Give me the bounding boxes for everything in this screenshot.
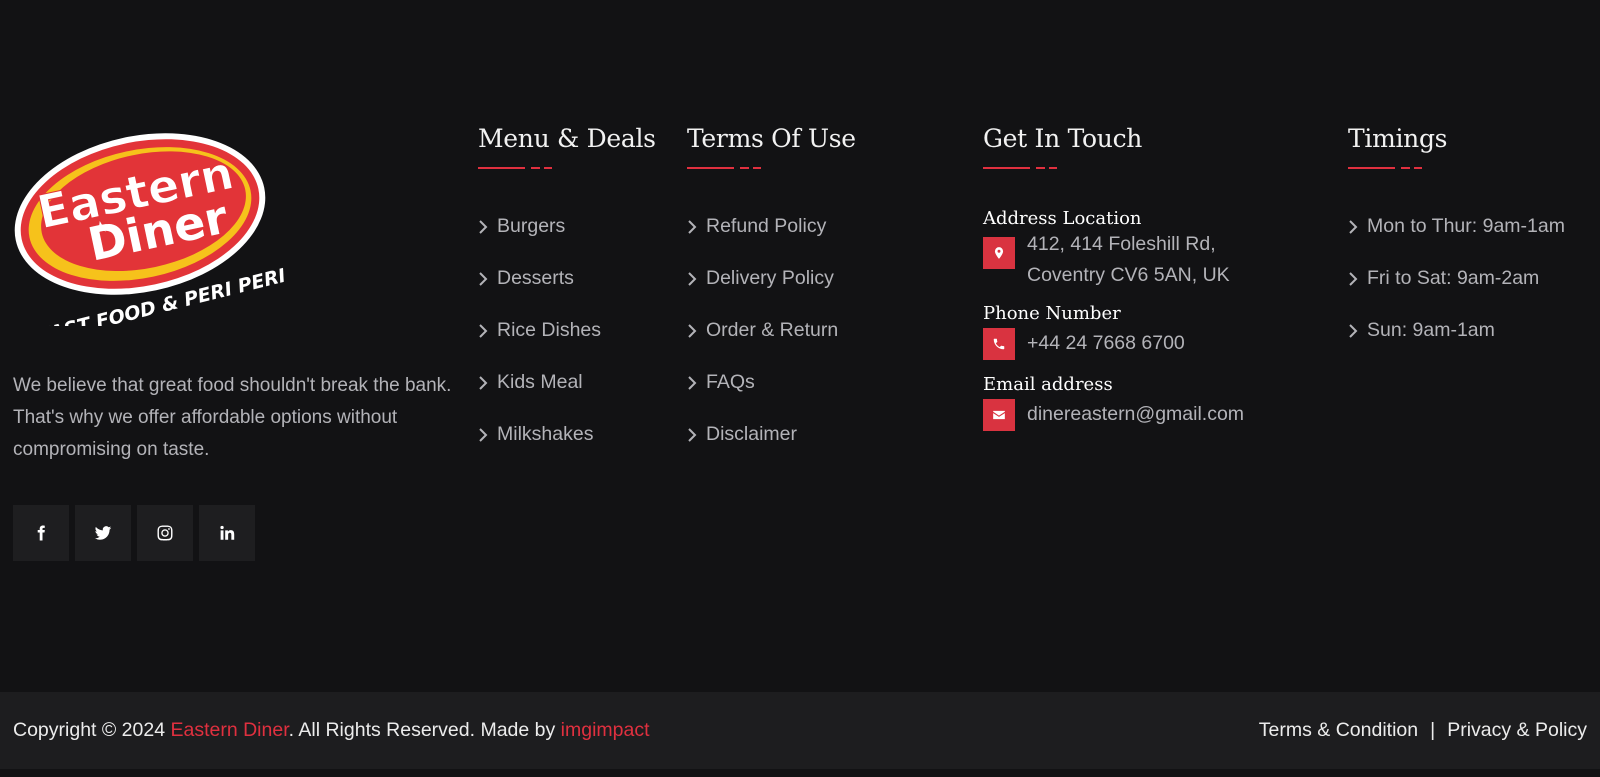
address-block: Address Location 412, 414 Foleshill Rd, … xyxy=(983,208,1244,291)
footer-main: Eastern Diner ★ FAST FOOD & PERI PERI We… xyxy=(0,0,1600,692)
envelope-icon xyxy=(983,399,1015,431)
chevron-right-icon xyxy=(478,426,488,442)
chevron-right-icon xyxy=(687,218,697,234)
menu-link-burgers[interactable]: Burgers xyxy=(478,210,656,242)
terms-title: Terms Of Use xyxy=(687,124,856,153)
terms-link-delivery-policy[interactable]: Delivery Policy xyxy=(687,262,856,294)
phone-label: Phone Number xyxy=(983,303,1121,324)
timing-item: Sun: 9am-1am xyxy=(1348,314,1565,346)
chevron-right-icon xyxy=(478,374,488,390)
menu-link-kids-meal[interactable]: Kids Meal xyxy=(478,366,656,398)
linkedin-icon xyxy=(220,525,235,540)
phone-icon xyxy=(983,328,1015,360)
email-block: Email address dinereastern@gmail.com xyxy=(983,374,1244,431)
timing-item: Fri to Sat: 9am-2am xyxy=(1348,262,1565,294)
chevron-right-icon xyxy=(1348,218,1358,234)
address-label: Address Location xyxy=(983,208,1142,229)
chevron-right-icon xyxy=(478,270,488,286)
legal-links: Terms & Condition | Privacy & Policy xyxy=(1259,719,1587,742)
terms-link-refund-policy[interactable]: Refund Policy xyxy=(687,210,856,242)
contact-column: Get In Touch Address Location 412, 414 F… xyxy=(983,124,1244,431)
footer-bottom-bar: Copyright © 2024 Eastern Diner. All Righ… xyxy=(0,692,1600,769)
phone-block: Phone Number +44 24 7668 6700 xyxy=(983,303,1244,360)
menu-deals-column: Menu & Deals Burgers Desserts Rice Dishe… xyxy=(478,124,656,470)
contact-title: Get In Touch xyxy=(983,124,1143,153)
menu-links: Burgers Desserts Rice Dishes Kids Meal M… xyxy=(478,210,656,450)
brand-link[interactable]: Eastern Diner xyxy=(170,719,288,741)
separator: | xyxy=(1430,719,1436,741)
linkedin-button[interactable] xyxy=(199,505,255,561)
terms-links: Refund Policy Delivery Policy Order & Re… xyxy=(687,210,856,450)
chevron-right-icon xyxy=(687,270,697,286)
email-label: Email address xyxy=(983,374,1113,395)
terms-link-order-return[interactable]: Order & Return xyxy=(687,314,856,346)
terms-condition-link[interactable]: Terms & Condition xyxy=(1259,719,1418,741)
terms-column: Terms Of Use Refund Policy Delivery Poli… xyxy=(687,124,856,470)
title-underline xyxy=(478,167,554,170)
chevron-right-icon xyxy=(1348,270,1358,286)
chevron-right-icon xyxy=(687,374,697,390)
location-pin-icon xyxy=(983,237,1015,269)
title-underline xyxy=(983,167,1059,170)
address-text[interactable]: 412, 414 Foleshill Rd, Coventry CV6 5AN,… xyxy=(1027,229,1230,291)
privacy-policy-link[interactable]: Privacy & Policy xyxy=(1447,719,1587,741)
timing-item: Mon to Thur: 9am-1am xyxy=(1348,210,1565,242)
terms-link-disclaimer[interactable]: Disclaimer xyxy=(687,418,856,450)
chevron-right-icon xyxy=(478,322,488,338)
social-links xyxy=(13,505,255,561)
page-bottom-edge xyxy=(0,769,1600,777)
timings-column: Timings Mon to Thur: 9am-1am Fri to Sat:… xyxy=(1348,124,1565,366)
about-text: We believe that great food shouldn't bre… xyxy=(13,375,452,460)
twitter-button[interactable] xyxy=(75,505,131,561)
eastern-diner-logo[interactable]: Eastern Diner ★ FAST FOOD & PERI PERI xyxy=(12,126,292,347)
email-address[interactable]: dinereastern@gmail.com xyxy=(1027,399,1244,430)
facebook-icon xyxy=(37,525,45,541)
phone-number[interactable]: +44 24 7668 6700 xyxy=(1027,328,1185,359)
chevron-right-icon xyxy=(687,426,697,442)
terms-link-faqs[interactable]: FAQs xyxy=(687,366,856,398)
twitter-icon xyxy=(94,526,112,540)
maker-link[interactable]: imgimpact xyxy=(561,719,650,741)
timings-list: Mon to Thur: 9am-1am Fri to Sat: 9am-2am… xyxy=(1348,210,1565,346)
timings-title: Timings xyxy=(1348,124,1448,153)
instagram-button[interactable] xyxy=(137,505,193,561)
chevron-right-icon xyxy=(687,322,697,338)
menu-link-rice-dishes[interactable]: Rice Dishes xyxy=(478,314,656,346)
title-underline xyxy=(687,167,763,170)
facebook-button[interactable] xyxy=(13,505,69,561)
chevron-right-icon xyxy=(478,218,488,234)
title-underline xyxy=(1348,167,1424,170)
menu-deals-title: Menu & Deals xyxy=(478,124,656,153)
instagram-icon xyxy=(157,525,173,541)
menu-link-milkshakes[interactable]: Milkshakes xyxy=(478,418,656,450)
menu-link-desserts[interactable]: Desserts xyxy=(478,262,656,294)
copyright-text: Copyright © 2024 Eastern Diner. All Righ… xyxy=(13,719,650,741)
chevron-right-icon xyxy=(1348,322,1358,338)
